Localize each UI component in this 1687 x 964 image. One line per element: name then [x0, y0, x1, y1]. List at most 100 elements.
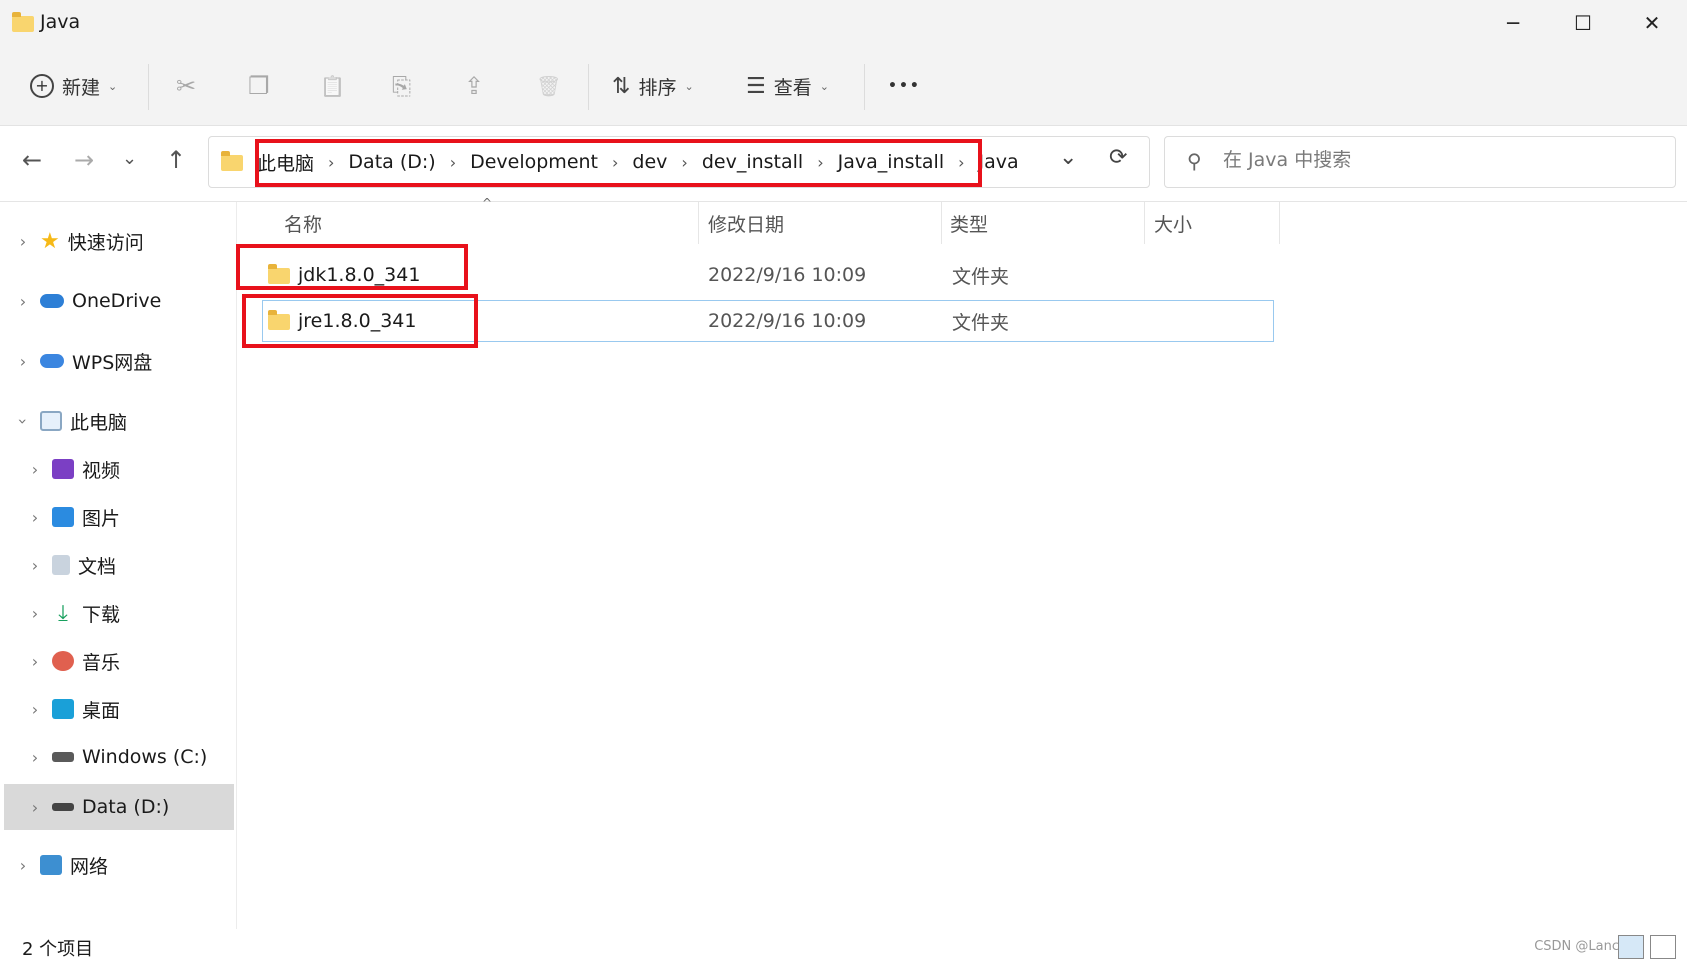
details-view-button[interactable]	[1618, 935, 1644, 959]
chevron-right-icon: ›	[31, 459, 39, 479]
share-button[interactable]: ⇪	[464, 66, 484, 106]
chevron-right-icon: ›	[31, 651, 39, 671]
music-icon	[52, 651, 74, 671]
chevron-right-icon: ›	[19, 231, 27, 251]
sidebar-item-desktop[interactable]: › 桌面	[26, 686, 234, 732]
highlight-box	[236, 244, 468, 290]
tiles-view-button[interactable]	[1650, 935, 1676, 959]
chevron-down-icon: ⌄	[684, 79, 694, 93]
chevron-right-icon: ›	[19, 351, 27, 371]
chevron-down-icon: ⌄	[819, 79, 829, 93]
toolbar-divider	[864, 64, 865, 110]
search-icon: ⚲	[1187, 149, 1202, 173]
address-dropdown-button[interactable]: ⌄	[1059, 145, 1077, 170]
sidebar-item-label: 网络	[70, 855, 109, 878]
sidebar-item-data-d[interactable]: › Data (D:)	[4, 784, 234, 830]
sidebar-item-label: 下载	[82, 603, 121, 626]
breadcrumb-item[interactable]: Java	[979, 151, 1019, 173]
column-header-modified[interactable]: 修改日期	[708, 210, 784, 237]
sidebar-item-pictures[interactable]: › 图片	[26, 494, 234, 540]
sidebar-item-windows-c[interactable]: › Windows (C:)	[26, 734, 234, 780]
sidebar-item-quick-access[interactable]: › ★ 快速访问	[14, 218, 234, 264]
chevron-right-icon: ›	[31, 699, 39, 719]
rename-button[interactable]: ⎘	[392, 66, 411, 106]
minimize-button[interactable]: ─	[1478, 0, 1548, 46]
view-label: 查看	[773, 76, 812, 99]
sidebar-item-music[interactable]: › 音乐	[26, 638, 234, 684]
video-icon	[52, 459, 74, 479]
sidebar-item-videos[interactable]: › 视频	[26, 446, 234, 492]
toolbar-divider	[588, 64, 589, 110]
sidebar-item-label: WPS网盘	[72, 351, 153, 374]
chevron-down-icon: ⌄	[108, 79, 118, 93]
file-type: 文件夹	[952, 265, 1010, 288]
maximize-button[interactable]: ☐	[1548, 0, 1618, 46]
sidebar-item-label: 桌面	[82, 699, 121, 722]
search-box[interactable]: ⚲	[1164, 136, 1676, 188]
list-view-icon: ☰	[746, 73, 766, 99]
file-type: 文件夹	[952, 311, 1010, 334]
column-header-name[interactable]: 名称	[284, 210, 322, 237]
watermark: CSDN @Lance	[1534, 939, 1627, 954]
drive-icon	[52, 752, 74, 762]
file-modified: 2022/9/16 10:09	[708, 310, 867, 332]
cloud-icon	[40, 354, 64, 368]
sidebar-item-network[interactable]: › 网络	[14, 842, 234, 888]
sort-button[interactable]: ⇅ 排序 ⌄	[612, 66, 694, 106]
chevron-down-icon: ›	[13, 417, 33, 425]
title-bar: Java ─ ☐ ✕	[0, 0, 1687, 46]
chevron-right-icon: ›	[31, 507, 39, 527]
copy-icon: ❐	[248, 72, 270, 100]
back-button[interactable]: ←	[22, 146, 42, 174]
trash-icon: 🗑	[536, 74, 562, 98]
highlight-box	[242, 294, 478, 348]
refresh-button[interactable]: ⟳	[1109, 145, 1127, 170]
close-button[interactable]: ✕	[1617, 0, 1687, 46]
cut-button[interactable]: ✂	[176, 66, 196, 106]
new-button[interactable]: + 新建 ⌄	[30, 66, 117, 106]
column-header-type[interactable]: 类型	[950, 210, 988, 237]
sidebar-item-documents[interactable]: › 文档	[26, 542, 234, 588]
folder-icon	[221, 151, 243, 171]
sidebar-item-this-pc[interactable]: › 此电脑	[14, 398, 234, 444]
toolbar-divider	[148, 64, 149, 110]
column-header-size[interactable]: 大小	[1154, 210, 1192, 237]
status-bar: 2 个项目 CSDN @Lance	[0, 929, 1687, 964]
share-icon: ⇪	[464, 72, 485, 100]
star-icon: ★	[40, 228, 60, 254]
sidebar-item-label: 文档	[78, 555, 117, 578]
sidebar-item-label: OneDrive	[72, 290, 162, 312]
sidebar-item-downloads[interactable]: › ⤓ 下载	[26, 590, 234, 636]
folder-icon	[12, 12, 34, 32]
copy-button[interactable]: ❐	[248, 66, 270, 106]
rename-icon: ⎘	[392, 72, 412, 100]
sidebar-item-onedrive[interactable]: › OneDrive	[14, 278, 234, 324]
cloud-icon	[40, 294, 64, 308]
sidebar-item-label: 图片	[82, 507, 121, 530]
sidebar-item-wps[interactable]: › WPS网盘	[14, 338, 234, 384]
column-divider	[1279, 202, 1280, 244]
delete-button[interactable]: 🗑	[536, 66, 561, 106]
highlight-box	[255, 139, 982, 187]
recent-locations-button[interactable]: ⌄	[122, 148, 137, 169]
more-button[interactable]: •••	[888, 66, 921, 106]
paste-button[interactable]: 📋	[320, 66, 345, 106]
download-icon: ⤓	[58, 600, 68, 626]
sort-indicator-icon: ^	[482, 196, 493, 210]
drive-icon	[52, 803, 74, 811]
computer-icon	[40, 411, 62, 431]
sidebar-item-label: Windows (C:)	[82, 746, 208, 768]
command-bar: + 新建 ⌄ ✂ ❐ 📋 ⎘ ⇪ 🗑 ⇅ 排序 ⌄ ☰ 查看 ⌄ •••	[0, 46, 1687, 126]
item-count: 2 个项目	[22, 939, 94, 960]
sidebar-item-label: Data (D:)	[82, 796, 170, 818]
search-input[interactable]	[1223, 149, 1643, 171]
column-divider	[698, 202, 699, 244]
forward-button[interactable]: →	[74, 146, 94, 174]
sidebar-item-label: 快速访问	[67, 231, 144, 254]
more-icon: •••	[888, 78, 921, 94]
network-icon	[40, 855, 62, 875]
file-list: ^ 名称 修改日期 类型 大小 jdk1.8.0_341 2022/9/16 1…	[236, 196, 1687, 929]
up-button[interactable]: ↑	[166, 146, 186, 174]
view-button[interactable]: ☰ 查看 ⌄	[746, 66, 829, 106]
chevron-right-icon: ›	[31, 603, 39, 623]
